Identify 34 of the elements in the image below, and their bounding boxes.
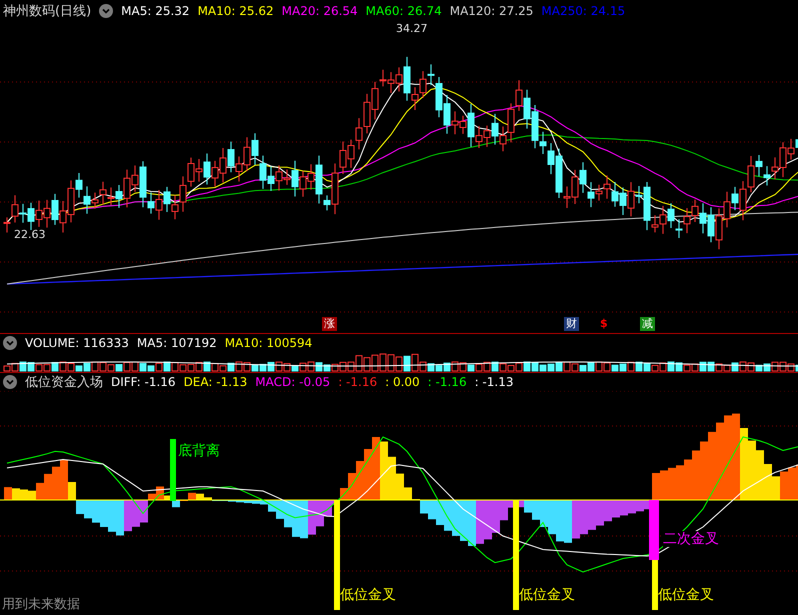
low-price-label: 22.63 <box>14 228 46 241</box>
event-marker[interactable]: 减 <box>640 317 655 331</box>
indicator-value: : 0.00 <box>385 375 420 389</box>
event-marker[interactable]: $ <box>598 317 610 331</box>
signal-label: 底背离 <box>178 443 220 459</box>
indicator-value: MA5: 25.32 <box>121 4 190 18</box>
indicator-value: : -1.13 <box>474 375 514 389</box>
indicator-value: DEA: -1.13 <box>184 375 248 389</box>
indicator-value: MA5: 107192 <box>136 336 217 350</box>
indicator-value: MACD: -0.05 <box>255 375 330 389</box>
stock-title: 神州数码(日线) <box>3 3 92 20</box>
signal-label: 二次金叉 <box>663 531 719 547</box>
indicator-value: MA120: 27.25 <box>450 4 534 18</box>
dropdown-icon[interactable] <box>99 4 114 18</box>
event-marker[interactable]: 涨 <box>322 317 337 331</box>
indicator-value: MA10: 25.62 <box>198 4 274 18</box>
dropdown-icon[interactable] <box>3 375 17 389</box>
signal-bar <box>170 439 176 501</box>
indicator-value: DIFF: -1.16 <box>111 375 176 389</box>
signal-label: 低位金叉 <box>340 587 396 603</box>
indicator-value: : -1.16 <box>338 375 378 389</box>
signal-label: 低位金叉 <box>658 587 714 603</box>
signal-label: 低位金叉 <box>519 587 575 603</box>
indicator-value: VOLUME: 116333 <box>25 336 129 350</box>
footer-note: 用到未来数据 <box>2 596 80 613</box>
indicator-value: MA10: 100594 <box>224 336 312 350</box>
indicator-value: MA250: 24.15 <box>541 4 626 18</box>
indicator-value: : -1.16 <box>428 375 467 389</box>
indicator-title: 低位资金入场 <box>25 374 103 391</box>
dropdown-icon[interactable] <box>3 336 17 350</box>
indicator-value: MA20: 26.54 <box>282 4 358 18</box>
high-price-label: 34.27 <box>396 22 428 35</box>
event-marker[interactable]: 财 <box>564 317 579 331</box>
indicator-value: MA60: 26.74 <box>366 4 442 18</box>
